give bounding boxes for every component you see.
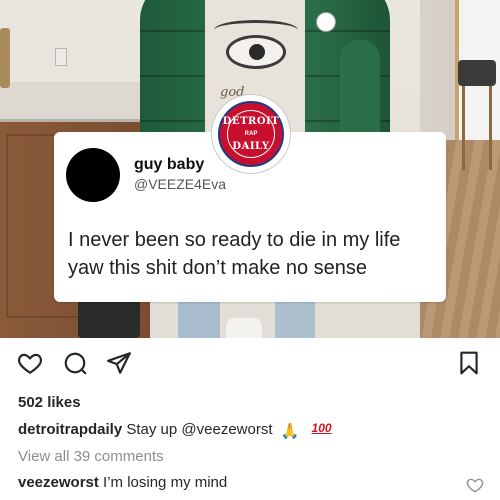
kitchen-counter	[0, 82, 155, 122]
comment-button[interactable]	[58, 346, 92, 380]
jacket-logo-patch	[316, 12, 336, 32]
jeans-left	[178, 300, 220, 338]
post-photo[interactable]: god guy baby @VEEZE4Eva I never been so …	[0, 0, 500, 338]
post-action-bar	[0, 346, 500, 386]
tweet-text-line: yaw this shit don’t make no sense	[68, 257, 368, 279]
like-count[interactable]: 502 likes	[18, 394, 81, 411]
jeans-right	[275, 300, 315, 338]
heart-icon	[17, 353, 43, 374]
post-caption: detroitrapdaily Stay up @veezeworst 🙏 10…	[18, 421, 332, 440]
background-stool	[458, 60, 496, 170]
logo-text-top: DETROIT	[222, 116, 280, 127]
bookmark-icon	[460, 351, 478, 375]
tweet-handle: @VEEZE4Eva	[134, 176, 227, 192]
logo-text-bottom: DAILY	[232, 141, 270, 152]
share-icon	[107, 352, 131, 374]
praying-hands-emoji: 🙏	[280, 423, 300, 440]
logo-text-middle: RAP	[244, 131, 258, 137]
tweet-display-name: guy baby	[134, 156, 205, 173]
wall-outlet	[55, 48, 67, 66]
heart-icon	[466, 478, 484, 493]
comment-username[interactable]: veezeworst	[18, 474, 99, 491]
view-all-comments-link[interactable]: View all 39 comments	[18, 448, 164, 465]
caption-username[interactable]: detroitrapdaily	[18, 421, 122, 438]
save-button[interactable]	[452, 346, 486, 380]
sneaker	[226, 318, 262, 338]
caption-text: Stay up	[126, 421, 178, 438]
share-button[interactable]	[102, 346, 136, 380]
like-button[interactable]	[13, 346, 47, 380]
tweet-text: I never been so ready to die in my life …	[68, 226, 438, 282]
detroit-rap-daily-logo: DETROIT RAP DAILY	[212, 95, 290, 173]
comment-text: I’m losing my mind	[103, 474, 228, 491]
caption-mention[interactable]: @veezeworst	[181, 421, 272, 438]
tweet-text-line: I never been so ready to die in my life	[68, 229, 401, 251]
sweater-eye-graphic	[226, 35, 286, 69]
comment-like-button[interactable]	[466, 476, 484, 494]
kitchen-faucet	[0, 28, 10, 88]
tweet-avatar	[66, 148, 120, 202]
top-comment: veezeworst I’m losing my mind	[18, 474, 227, 491]
hundred-points-emoji: 100	[311, 421, 332, 435]
comment-icon	[64, 352, 87, 375]
